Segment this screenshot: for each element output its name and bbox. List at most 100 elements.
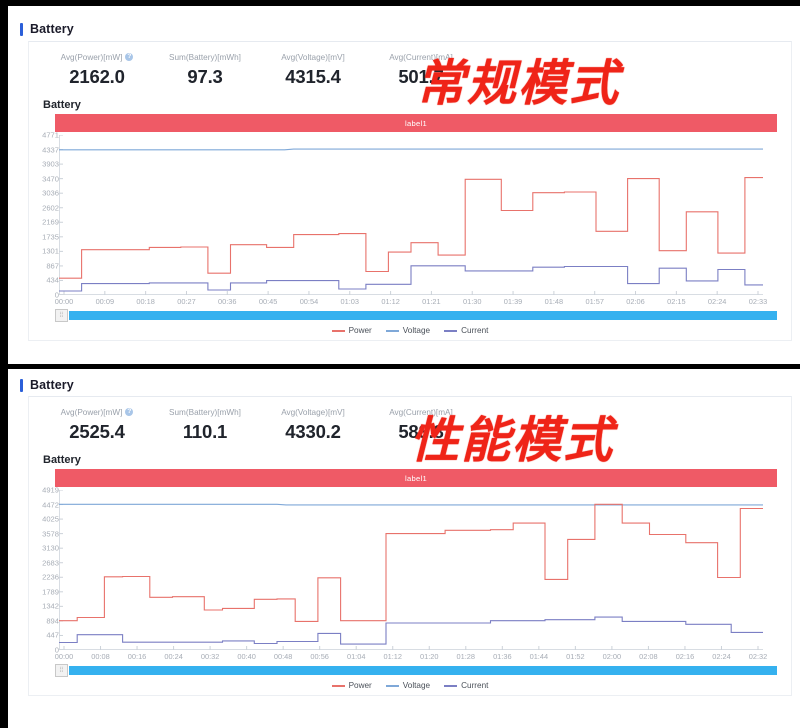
- x-tick-label: 02:32: [748, 652, 768, 661]
- y-tick-label: 2602: [42, 203, 59, 213]
- chart-legend-1: Power Voltage Current: [29, 677, 791, 695]
- y-tick-label: 1342: [42, 601, 59, 611]
- y-tick-label: 2169: [42, 217, 59, 227]
- panel-header-label: Battery: [30, 22, 74, 36]
- x-tick-label: 00:48: [273, 652, 293, 661]
- x-tick-label: 01:20: [420, 652, 439, 661]
- x-tick-label: 01:12: [381, 297, 400, 306]
- panel-header: Battery: [20, 378, 74, 392]
- chart-svg: [59, 135, 763, 295]
- legend-item-current[interactable]: Current: [444, 326, 488, 335]
- x-tick-label: 00:27: [177, 297, 196, 306]
- help-icon[interactable]: ?: [125, 408, 134, 416]
- screenshot-root: Battery Avg(Power)[mW] ? 2162.0 Sum(Batt…: [0, 0, 800, 728]
- stat-value: 2162.0: [69, 66, 125, 87]
- legend-item-power[interactable]: Power: [331, 681, 372, 690]
- y-tick-label: 3903: [42, 159, 59, 169]
- x-tick-label: 01:57: [585, 297, 604, 306]
- line-chart-0[interactable]: [59, 135, 763, 295]
- stat-label: Avg(Power)[mW] ?: [43, 406, 151, 418]
- legend-item-voltage[interactable]: Voltage: [385, 326, 430, 335]
- grip-icon[interactable]: ⦙⦙: [55, 309, 68, 322]
- legend-item-voltage[interactable]: Voltage: [385, 681, 430, 690]
- y-tick-label: 4472: [42, 500, 59, 510]
- x-tick-label: 02:24: [712, 652, 731, 661]
- y-tick-label: 434: [46, 275, 59, 285]
- series-label-bar[interactable]: label1: [55, 114, 777, 132]
- x-tick-label: 01:30: [462, 297, 482, 306]
- chart-plot-area-1[interactable]: 0 447 894 1342 1789 2236 2683 3130 3578 4025 4472 4…: [29, 486, 783, 663]
- x-tick-label: 01:21: [422, 297, 441, 306]
- panel-header: Battery: [20, 22, 74, 36]
- y-tick-label: 4919: [42, 485, 59, 495]
- legend-swatch-icon: [385, 684, 399, 687]
- accent-bar-icon: [20, 22, 23, 36]
- legend-item-current[interactable]: Current: [444, 681, 488, 690]
- x-tick-label: 01:12: [383, 652, 402, 661]
- series-line-voltage: [59, 148, 763, 151]
- x-tick-label: 00:16: [127, 652, 147, 661]
- x-tick-label: 02:16: [675, 652, 695, 661]
- y-tick-label: 3036: [42, 188, 59, 198]
- stat-label: Sum(Battery)[mWh]: [169, 52, 241, 62]
- x-tick-label: 00:32: [200, 652, 220, 661]
- x-tick-label: 01:39: [503, 297, 523, 306]
- stat-label: Avg(Power)[mW] ?: [43, 51, 151, 63]
- legend-swatch-icon: [331, 329, 345, 332]
- legend-swatch-icon: [444, 329, 458, 332]
- chart-caption: Battery: [43, 99, 81, 111]
- x-tick-label: 00:18: [136, 297, 155, 306]
- scrollbar-track[interactable]: [69, 311, 777, 320]
- stat-label: Avg(Voltage)[mV]: [281, 407, 345, 417]
- chart-plot-area-0[interactable]: 0 434 867 1301 1735 2169 2602 3036 3470 3903 4337 4…: [29, 131, 783, 308]
- overlay-annotation-performance-mode: 性能模式: [410, 412, 615, 469]
- scrollbar-track[interactable]: [69, 666, 777, 675]
- overlay-annotation-regular-mode: 常规模式: [416, 55, 621, 112]
- legend-item-power[interactable]: Power: [331, 326, 372, 335]
- chart-svg: [59, 490, 763, 650]
- legend-label: Power: [348, 326, 372, 335]
- x-tick-label: 00:08: [91, 652, 110, 661]
- legend-swatch-icon: [385, 329, 399, 332]
- y-axis-1: 0 447 894 1342 1789 2236 2683 3130 3578 4025 4472 4…: [29, 486, 59, 663]
- legend-label: Current: [461, 681, 489, 690]
- x-tick-label: 00:45: [258, 297, 278, 306]
- y-tick-label: 1789: [42, 587, 59, 597]
- y-tick-label: 2683: [42, 558, 59, 568]
- x-tick-label: 00:00: [54, 652, 74, 661]
- x-axis-0: 00:00 00:09 00:18 00:27 00:36 00:45 00:54 01:03…: [55, 295, 783, 308]
- x-tick-label: 00:24: [164, 652, 183, 661]
- x-tick-label: 00:00: [54, 297, 74, 306]
- y-tick-label: 1301: [42, 246, 59, 256]
- series-line-power: [59, 503, 763, 622]
- chart-scrollbar-1[interactable]: ⦙⦙: [55, 664, 777, 677]
- stat-label-text: Avg(Power)[mW]: [60, 407, 123, 417]
- x-tick-label: 02:00: [602, 652, 622, 661]
- grip-icon[interactable]: ⦙⦙: [55, 664, 68, 677]
- y-tick-label: 867: [46, 261, 59, 271]
- chart-scrollbar-0[interactable]: ⦙⦙: [55, 309, 777, 322]
- stat-value: 97.3: [187, 66, 223, 87]
- battery-card: Avg(Power)[mW] ? 2162.0 Sum(Battery)[mWh…: [28, 41, 792, 341]
- stat-avg-power: Avg(Power)[mW] ? 2525.4: [43, 406, 151, 443]
- x-tick-label: 01:44: [529, 652, 549, 661]
- help-icon[interactable]: ?: [125, 53, 134, 61]
- accent-bar-icon: [20, 378, 23, 392]
- x-tick-label: 02:08: [639, 652, 658, 661]
- x-tick-label: 01:36: [493, 652, 512, 661]
- x-tick-label: 01:48: [544, 297, 564, 306]
- line-chart-1[interactable]: [59, 490, 763, 650]
- x-tick-label: 02:33: [748, 297, 768, 306]
- y-tick-label: 4771: [42, 130, 59, 140]
- stat-sum-battery: Sum(Battery)[mWh] 97.3: [151, 51, 259, 88]
- stat-avg-voltage: Avg(Voltage)[mV] 4330.2: [259, 406, 367, 443]
- series-line-power: [59, 177, 763, 279]
- y-tick-label: 447: [46, 630, 59, 640]
- x-tick-label: 02:24: [707, 297, 727, 306]
- x-tick-label: 01:28: [456, 652, 476, 661]
- x-tick-label: 02:06: [626, 297, 645, 306]
- x-tick-label: 01:03: [340, 297, 360, 306]
- y-tick-label: 894: [46, 616, 59, 626]
- stat-label: Avg(Voltage)[mV]: [281, 52, 345, 62]
- x-tick-label: 00:54: [299, 297, 319, 306]
